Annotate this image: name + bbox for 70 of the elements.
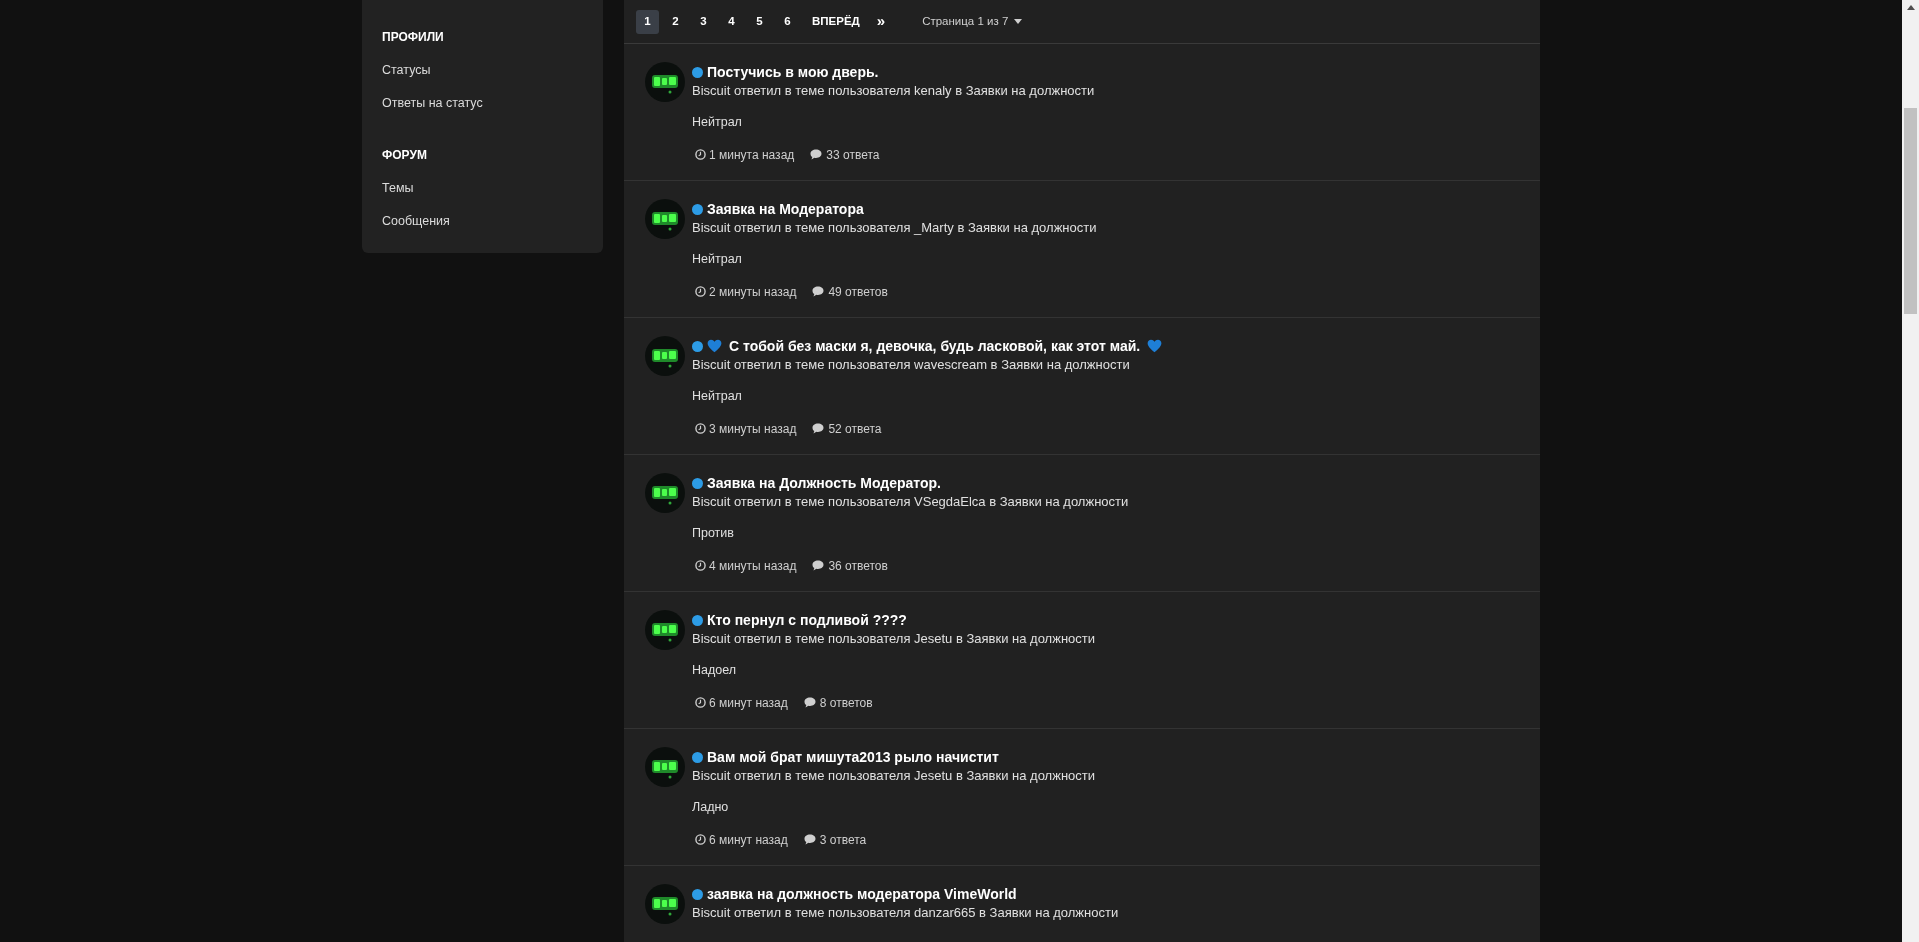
post-excerpt: Ладно: [692, 799, 730, 816]
section-heading: ПРОФИЛИ: [382, 29, 445, 46]
topic-title[interactable]: Заявка на Модератора: [707, 198, 864, 220]
topic-title[interactable]: Вам мой брат мишута2013 рыло начистит: [707, 746, 999, 768]
scroll-up-icon[interactable]: [1906, 5, 1915, 10]
reply-count: 8 ответов: [819, 694, 873, 712]
clock-icon: [695, 560, 706, 572]
page-link[interactable]: 3: [692, 9, 715, 34]
post-time: 1 минута назад: [709, 146, 795, 164]
topic-title[interactable]: Кто пернул с подливой ????: [707, 609, 907, 631]
topic-title[interactable]: Постучись в мою дверь.: [707, 61, 879, 83]
post-excerpt: Надоел: [692, 662, 738, 679]
activity-summary: Biscuit ответил в теме пользователя Jesetu в Заявки на должности: [692, 630, 1096, 647]
post-time: 6 минут назад: [709, 694, 788, 712]
avatar[interactable]: [645, 199, 685, 239]
comment-icon: [810, 149, 823, 161]
post-time: 6 минут назад: [709, 831, 788, 849]
avatar[interactable]: [645, 747, 685, 787]
topic-title[interactable]: заявка на должность модератора VimeWorld: [707, 883, 1017, 905]
post-excerpt: Против: [692, 525, 735, 542]
avatar[interactable]: [645, 62, 685, 102]
activity-summary: Biscuit ответил в теме пользователя _Marty в Заявки на должности: [692, 219, 1097, 236]
reply-count: 3 ответа: [819, 831, 867, 849]
post-excerpt: Нейтрал: [692, 114, 743, 131]
activity-summary: Biscuit ответил в теме пользователя VSegdaElca в Заявки на должности: [692, 493, 1129, 510]
scrollbar-thumb[interactable]: [1904, 108, 1917, 314]
avatar[interactable]: [645, 336, 685, 376]
reply-count: 33 ответа: [826, 146, 880, 164]
avatar[interactable]: [645, 473, 685, 513]
sidebar-link[interactable]: Темы: [382, 178, 414, 198]
page-link[interactable]: 5: [748, 9, 771, 34]
page-link[interactable]: 6: [776, 9, 799, 34]
post-excerpt: Нейтрал: [692, 388, 743, 405]
caret-icon: [1014, 19, 1023, 24]
clock-icon: [695, 697, 706, 709]
clock-icon: [695, 423, 706, 435]
activity-summary: Biscuit ответил в теме пользователя danzar665 в Заявки на должности: [692, 904, 1119, 921]
last-page-link[interactable]: »: [872, 10, 890, 33]
next-link[interactable]: ВПЕРЁД: [804, 12, 868, 31]
avatar[interactable]: [645, 884, 685, 924]
page-link[interactable]: 1: [636, 9, 659, 34]
post-excerpt: Нейтрал: [692, 251, 743, 268]
scrollbar[interactable]: [1902, 0, 1919, 942]
page-jump-dropdown[interactable]: Страница 1 из 7: [922, 12, 1023, 31]
clock-icon: [695, 834, 706, 846]
activity-summary: Biscuit ответил в теме пользователя kenaly в Заявки на должности: [692, 82, 1095, 99]
sidebar-link[interactable]: Статусы: [382, 60, 431, 80]
topic-title[interactable]: С тобой без маски я, девочка, будь ласковой, как этот май.: [729, 335, 1141, 357]
sidebar-link[interactable]: Сообщения: [382, 211, 450, 231]
activity-summary: Biscuit ответил в теме пользователя Jesetu в Заявки на должности: [692, 767, 1096, 784]
reply-count: 49 ответов: [828, 283, 888, 301]
reply-count: 36 ответов: [828, 557, 888, 575]
topic-title[interactable]: Заявка на Должность Модератор.: [707, 472, 941, 494]
post-time: 3 минуты назад: [709, 420, 797, 438]
comment-icon: [803, 834, 816, 846]
avatar[interactable]: [645, 610, 685, 650]
post-time: 2 минуты назад: [709, 283, 797, 301]
reply-count: 52 ответа: [828, 420, 882, 438]
page-link[interactable]: 4: [720, 9, 743, 34]
clock-icon: [695, 149, 706, 161]
section-heading: ФОРУМ: [382, 147, 428, 164]
post-time: 4 минуты назад: [709, 557, 797, 575]
page-link[interactable]: 2: [664, 9, 687, 34]
sidebar-link[interactable]: Ответы на статус: [382, 93, 483, 113]
comment-icon: [803, 697, 816, 709]
clock-icon: [695, 286, 706, 298]
activity-summary: Biscuit ответил в теме пользователя wavescream в Заявки на должности: [692, 356, 1131, 373]
comment-icon: [812, 560, 825, 572]
comment-icon: [812, 423, 825, 435]
comment-icon: [812, 286, 825, 298]
